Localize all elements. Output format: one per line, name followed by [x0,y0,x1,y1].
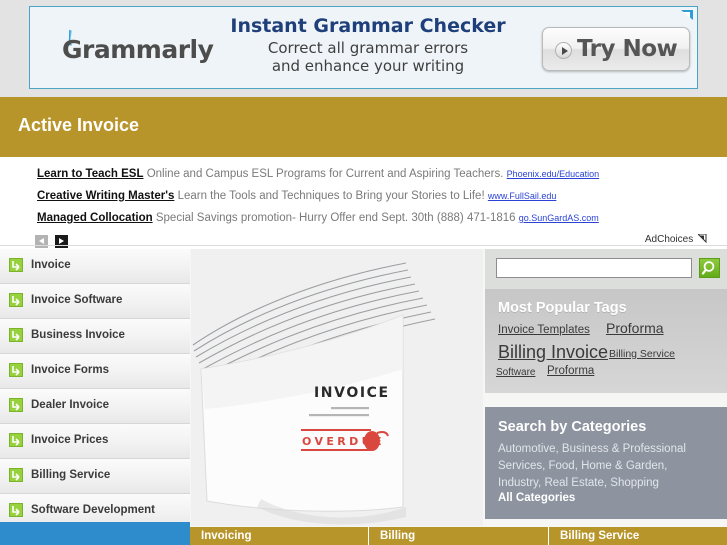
grammarly-wordmark: Grammarly [62,35,214,64]
text-ad-row: Managed Collocation Special Savings prom… [37,212,599,224]
text-ad-url[interactable]: www.FullSail.edu [488,191,557,201]
try-now-button[interactable]: Try Now [542,27,690,71]
magnifier-icon [701,261,715,275]
sidebar-item-label: Invoice Software [31,294,123,306]
categories-panel: Search by Categories Automotive, Busines… [485,407,727,519]
text-ad-url[interactable]: go.SunGardAS.com [519,213,599,223]
arrow-down-right-icon [9,258,23,272]
sidebar-item-label: Invoice Forms [31,364,109,376]
play-icon [555,42,572,59]
sidebar-item-label: Business Invoice [31,329,125,341]
popular-tags-panel: Most Popular Tags Invoice Templates Prof… [485,289,727,393]
arrow-down-right-icon [9,363,23,377]
sidebar-item-label: Software Development [31,504,155,516]
sidebar-item-invoice[interactable]: Invoice [0,249,190,284]
sidebar-item-label: Invoice Prices [31,434,109,446]
footer-item-billing[interactable]: Billing [368,527,548,545]
adchoices-label: AdChoices [644,234,694,245]
text-ad-url[interactable]: Phoenix.edu/Education [507,169,600,179]
sidebar-item-label: Billing Service [31,469,111,481]
tag-link[interactable]: Invoice Templates [498,324,590,336]
ads-divider [0,245,727,246]
text-ad-title[interactable]: Creative Writing Master's [37,190,174,202]
page-title: Active Invoice [18,115,140,135]
tag-link[interactable]: Software [496,367,535,378]
footer-item-invoicing[interactable]: Invoicing [190,527,368,545]
sidebar-item-invoice-software[interactable]: Invoice Software [0,284,190,319]
categories-title: Search by Categories [498,419,647,435]
sidebar-accent-bar [0,522,190,545]
arrow-down-right-icon [9,293,23,307]
page-title-bar: Active Invoice [0,97,727,157]
hero-invoice-label: INVOICE [314,385,390,401]
ad-subline-2: and enhance your writing [271,57,465,75]
text-ad-description: Online and Campus ESL Programs for Curre… [146,168,504,180]
adchoices-link[interactable]: AdChoices [645,234,707,245]
sidebar-item-invoice-forms[interactable]: Invoice Forms [0,354,190,389]
top-ad-region: Grammarly Instant Grammar Checker Correc… [0,0,727,97]
sidebar-item-invoice-prices[interactable]: Invoice Prices [0,424,190,459]
arrow-down-right-icon [9,328,23,342]
ad-subline-1: Correct all grammar errors [267,39,469,57]
text-ad-row: Learn to Teach ESL Online and Campus ESL… [37,168,599,180]
grammarly-banner-ad[interactable]: Grammarly Instant Grammar Checker Correc… [29,6,698,89]
text-ad-title[interactable]: Learn to Teach ESL [37,168,144,180]
try-now-label: Try Now [577,36,678,62]
footer-item-label: Invoicing [201,530,252,542]
tag-link[interactable]: Proforma [606,320,664,336]
arrow-down-right-icon [9,468,23,482]
text-ads-region: Learn to Teach ESL Online and Campus ESL… [0,157,727,249]
sidebar-item-billing-service[interactable]: Billing Service [0,459,190,494]
tag-link[interactable]: Proforma [547,365,594,377]
sidebar-item-label: Dealer Invoice [31,399,109,411]
arrow-right-icon[interactable] [55,235,69,249]
arrow-down-right-icon [9,398,23,412]
arrow-down-right-icon [9,433,23,447]
footer-item-billing-service[interactable]: Billing Service [548,527,727,545]
footer-item-label: Billing [380,530,416,542]
sidebar-item-business-invoice[interactable]: Business Invoice [0,319,190,354]
search-region [485,249,727,289]
text-ad-description: Learn the Tools and Techniques to Bring … [177,190,485,202]
text-ad-title[interactable]: Managed Collocation [37,212,153,224]
sidebar: Invoice Invoice Software Business Invoic… [0,249,190,529]
ad-subline: Correct all grammar errors and enhance y… [208,39,528,75]
search-input[interactable] [496,258,692,278]
footer-item-label: Billing Service [560,530,640,542]
right-column: Most Popular Tags Invoice Templates Prof… [485,249,727,545]
text-ad-row: Creative Writing Master's Learn the Tool… [37,190,556,202]
arrow-down-right-icon [9,503,23,517]
all-categories-link[interactable]: All Categories [498,492,575,504]
sidebar-item-dealer-invoice[interactable]: Dealer Invoice [0,389,190,424]
footer-bar: Invoicing Billing Billing Service [190,527,727,545]
main-content: Invoice Invoice Software Business Invoic… [0,249,727,545]
arrow-left-icon[interactable] [35,235,48,249]
categories-body: Automotive, Business & Professional Serv… [498,443,686,489]
hero-image: INVOICE OVERDUE [191,249,483,526]
tag-link[interactable]: Billing Invoice [498,342,608,363]
page-root: Grammarly Instant Grammar Checker Correc… [0,0,727,545]
tag-link[interactable]: Billing Service [609,348,675,360]
adchoices-triangle-icon [698,234,707,243]
popular-tags-title: Most Popular Tags [498,300,627,316]
search-button[interactable] [699,258,720,278]
text-ad-description: Special Savings promotion- Hurry Offer e… [155,212,516,224]
adchoices-triangle-icon[interactable] [680,9,694,21]
grammarly-logo: Grammarly [40,19,214,77]
sidebar-item-label: Invoice [31,259,71,271]
ad-headline: Instant Grammar Checker [230,15,506,37]
